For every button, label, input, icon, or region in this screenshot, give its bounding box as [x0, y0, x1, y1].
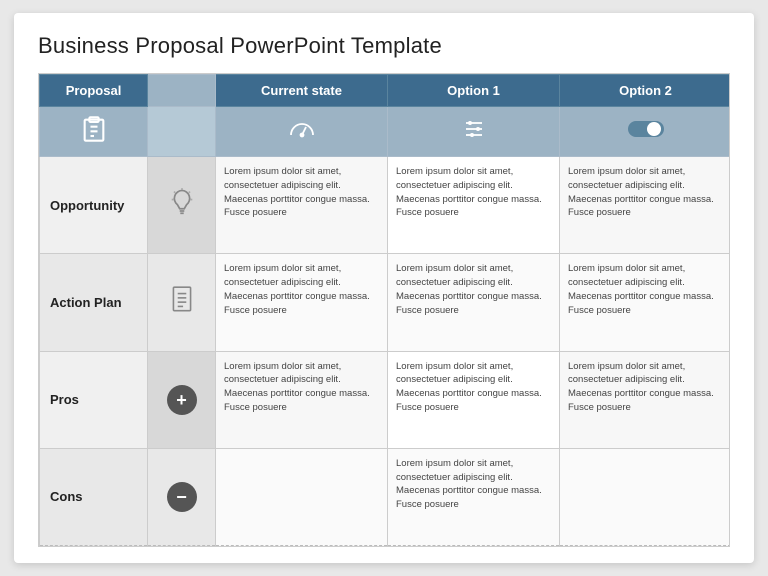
action-plan-label: Action Plan	[40, 254, 148, 351]
cons-icon-wrapper: −	[156, 482, 207, 512]
minus-icon: −	[167, 482, 197, 512]
proposal-table: Proposal Current state Option 1 Option 2	[39, 74, 730, 546]
current-header: Current state	[216, 75, 388, 107]
table-wrapper: Proposal Current state Option 1 Option 2	[38, 73, 730, 547]
speedometer-icon	[287, 117, 317, 141]
lightbulb-icon	[168, 187, 196, 219]
document-list-icon	[169, 285, 195, 315]
cons-row: Cons − Lorem ipsum dolor sit amet, conse…	[40, 448, 731, 545]
cons-current-text	[216, 448, 388, 545]
opportunity-opt2-text: Lorem ipsum dolor sit amet, consectetuer…	[560, 157, 731, 254]
header-icon-spacer	[148, 107, 216, 157]
action-plan-icon-cell	[148, 254, 216, 351]
pros-current-text: Lorem ipsum dolor sit amet, consectetuer…	[216, 351, 388, 448]
cons-opt2-text	[560, 448, 731, 545]
clipboard-icon	[80, 115, 108, 143]
cons-icon-cell: −	[148, 448, 216, 545]
pros-row: Pros + Lorem ipsum dolor sit amet, conse…	[40, 351, 731, 448]
header-speedometer-icon-cell	[216, 107, 388, 157]
header-filter-icon-cell	[388, 107, 560, 157]
pros-opt1-text: Lorem ipsum dolor sit amet, consectetuer…	[388, 351, 560, 448]
action-plan-opt1-text: Lorem ipsum dolor sit amet, consectetuer…	[388, 254, 560, 351]
cons-label: Cons	[40, 448, 148, 545]
cons-opt1-text: Lorem ipsum dolor sit amet, consectetuer…	[388, 448, 560, 545]
action-plan-current-text: Lorem ipsum dolor sit amet, consectetuer…	[216, 254, 388, 351]
sliders-icon	[460, 117, 488, 141]
option2-header: Option 2	[560, 75, 731, 107]
slide: Business Proposal PowerPoint Template Pr…	[14, 13, 754, 563]
plus-icon: +	[167, 385, 197, 415]
pros-icon-wrapper: +	[156, 385, 207, 415]
opportunity-current-text: Lorem ipsum dolor sit amet, consectetuer…	[216, 157, 388, 254]
option1-header: Option 1	[388, 75, 560, 107]
opportunity-opt1-text: Lorem ipsum dolor sit amet, consectetuer…	[388, 157, 560, 254]
opportunity-icon-cell	[148, 157, 216, 254]
pros-label: Pros	[40, 351, 148, 448]
action-plan-opt2-text: Lorem ipsum dolor sit amet, consectetuer…	[560, 254, 731, 351]
pros-icon-cell: +	[148, 351, 216, 448]
action-plan-row: Action Plan Lorem ipsum dolor sit amet, …	[40, 254, 731, 351]
header-icon-label	[40, 107, 148, 157]
opportunity-row: Opportunity	[40, 157, 731, 254]
pros-opt2-text: Lorem ipsum dolor sit amet, consectetuer…	[560, 351, 731, 448]
opportunity-label: Opportunity	[40, 157, 148, 254]
slide-title: Business Proposal PowerPoint Template	[38, 33, 730, 59]
header-toggle-icon-cell	[560, 107, 731, 157]
toggle-icon	[628, 119, 664, 139]
header-row: Proposal Current state Option 1 Option 2	[40, 75, 731, 107]
proposal-header: Proposal	[40, 75, 148, 107]
icon-row	[40, 107, 731, 157]
icon-header	[148, 75, 216, 107]
